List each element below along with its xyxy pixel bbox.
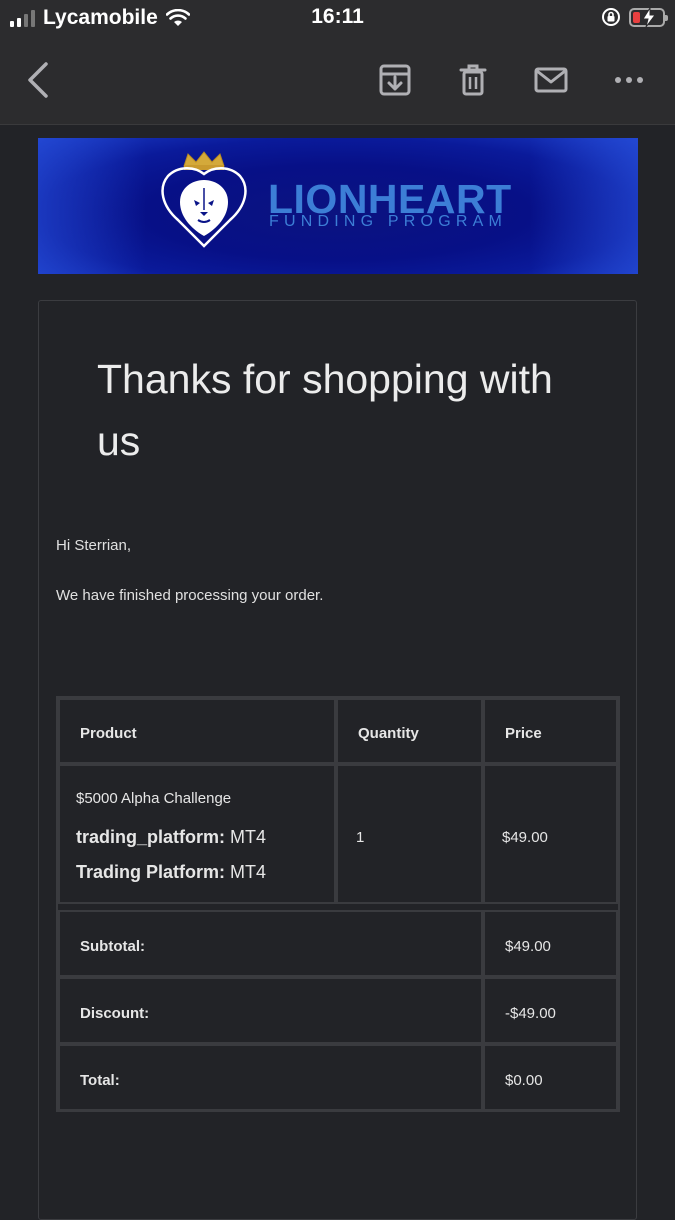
status-right <box>601 7 668 27</box>
more-icon <box>615 77 643 83</box>
rotation-lock-icon <box>602 8 620 26</box>
table-header-price: Price <box>483 698 618 764</box>
lion-shield-logo <box>161 151 247 248</box>
meta-value: MT4 <box>230 827 267 847</box>
discount-label: Discount: <box>80 1005 150 1022</box>
total-value-cell: $0.00 <box>483 1044 618 1111</box>
trash-icon <box>459 64 487 96</box>
brand-subtitle: FUNDING PROGRAM <box>269 213 507 230</box>
subtotal-label-cell: Subtotal: <box>58 910 483 977</box>
meta-value: MT4 <box>230 862 267 882</box>
battery-icon <box>629 7 668 27</box>
total-label: Total: <box>80 1072 120 1089</box>
product-name: $5000 Alpha Challenge <box>76 790 232 807</box>
table-header-quantity: Quantity <box>336 698 483 764</box>
header-price-label: Price <box>505 725 542 742</box>
archive-icon <box>379 64 411 96</box>
discount-value-cell: -$49.00 <box>483 977 618 1044</box>
item-quantity-cell: 1 <box>336 764 483 904</box>
more-button[interactable] <box>609 60 649 100</box>
item-price-cell: $49.00 <box>483 764 618 904</box>
product-meta-row: trading_platform: MT4 <box>76 827 334 848</box>
item-price: $49.00 <box>502 829 548 846</box>
total-label-cell: Total: <box>58 1044 483 1111</box>
product-meta-row: Trading Platform: MT4 <box>76 862 334 883</box>
table-header-product: Product <box>58 698 336 764</box>
header-product-label: Product <box>80 725 137 742</box>
back-chevron-icon <box>28 62 48 98</box>
status-bar: Lycamobile 16:11 <box>0 0 675 36</box>
mail-toolbar <box>0 36 675 125</box>
subtotal-label: Subtotal: <box>80 938 145 955</box>
email-greeting: Hi Sterrian, <box>56 537 132 554</box>
meta-key: trading_platform: <box>76 827 226 847</box>
email-heading: Thanks for shopping with us <box>97 356 553 464</box>
total-value: $0.00 <box>505 1072 543 1089</box>
header-quantity-label: Quantity <box>358 725 419 742</box>
mail-button[interactable] <box>531 60 571 100</box>
delete-button[interactable] <box>453 60 493 100</box>
subtotal-value: $49.00 <box>505 938 551 955</box>
discount-value: -$49.00 <box>505 1005 556 1022</box>
meta-key: Trading Platform: <box>76 862 226 882</box>
archive-button[interactable] <box>375 60 415 100</box>
email-message: We have finished processing your order. <box>56 587 324 604</box>
table-row: $5000 Alpha Challenge trading_platform: … <box>58 764 336 904</box>
back-button[interactable] <box>18 60 58 100</box>
subtotal-value-cell: $49.00 <box>483 910 618 977</box>
mail-icon <box>534 67 568 93</box>
status-time: 16:11 <box>311 5 364 28</box>
item-quantity: 1 <box>356 829 365 846</box>
discount-label-cell: Discount: <box>58 977 483 1044</box>
